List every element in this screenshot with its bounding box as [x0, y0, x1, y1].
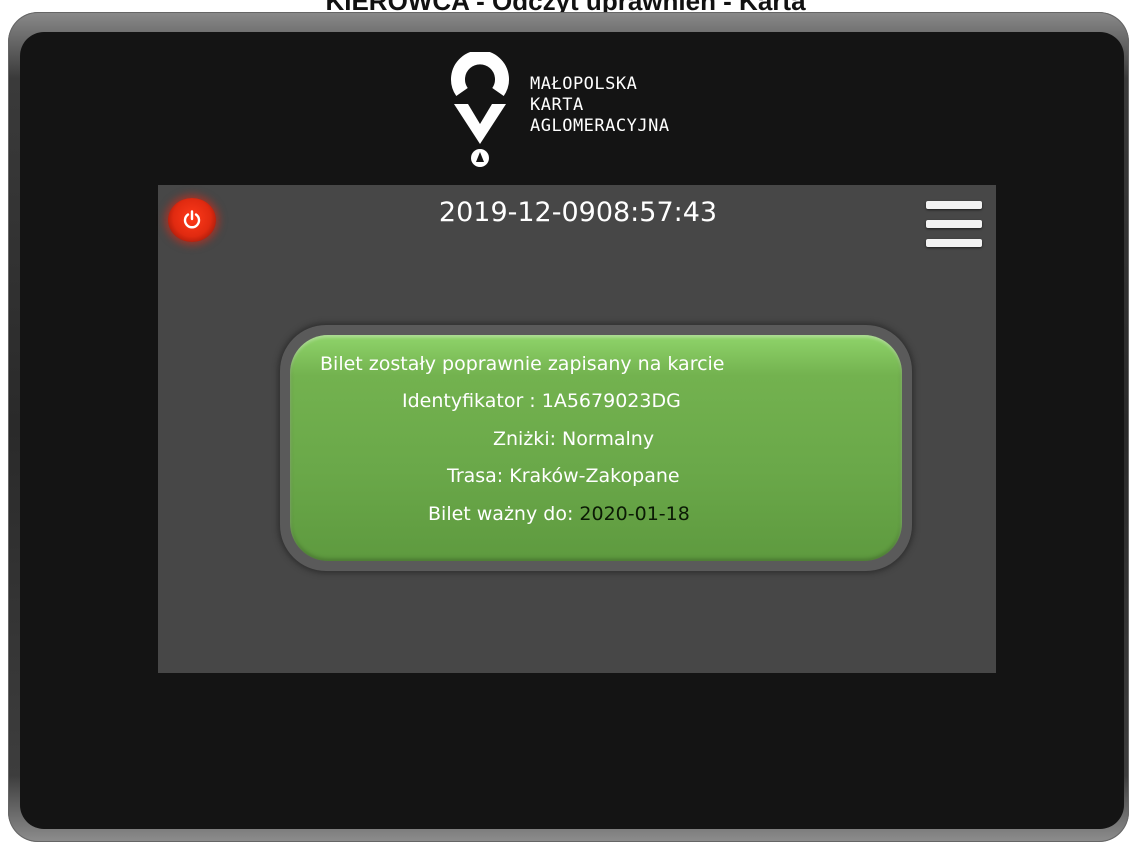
date-value: 2019-12-09: [438, 197, 596, 228]
discount-label: Zniżki:: [493, 428, 563, 450]
power-icon: [183, 210, 201, 229]
hamburger-menu-button[interactable]: [924, 201, 982, 251]
discount-line: Zniżki: Normalny: [493, 421, 654, 459]
time-value: 08:57:43: [595, 197, 718, 228]
message-frame: Bilet zostały poprawnie zapisany na karc…: [280, 325, 912, 571]
success-message-box: Bilet zostały poprawnie zapisany na karc…: [290, 335, 902, 561]
power-button[interactable]: [168, 198, 216, 242]
identifier-line: Identyfikator : 1A5679023DG: [402, 383, 681, 421]
valid-until-value: 2020-01-18: [579, 503, 690, 525]
route-line: Trasa: Kraków-Zakopane: [447, 458, 680, 496]
discount-value: Normalny: [562, 428, 655, 450]
valid-until-label: Bilet ważny do:: [428, 503, 580, 525]
identifier-label: Identyfikator :: [402, 390, 542, 412]
route-label: Trasa:: [447, 465, 510, 487]
logo: MAŁOPOLSKA KARTA AGLOMERACYJNA: [440, 52, 740, 172]
route-value: Kraków-Zakopane: [509, 465, 680, 487]
display-screen: 2019-12-0908:57:43 Bilet zostały poprawn…: [158, 185, 996, 673]
datetime-display: 2019-12-0908:57:43: [428, 197, 728, 228]
map-pin-logo-icon: [451, 52, 509, 167]
logo-line-2: KARTA: [530, 95, 584, 115]
message-line-1: Bilet zostały poprawnie zapisany na karc…: [320, 353, 725, 375]
logo-line-1: MAŁOPOLSKA: [530, 74, 638, 94]
logo-line-3: AGLOMERACYJNA: [530, 116, 670, 136]
identifier-value: 1A5679023DG: [541, 390, 681, 412]
valid-until-line: Bilet ważny do: 2020-01-18: [428, 496, 690, 534]
